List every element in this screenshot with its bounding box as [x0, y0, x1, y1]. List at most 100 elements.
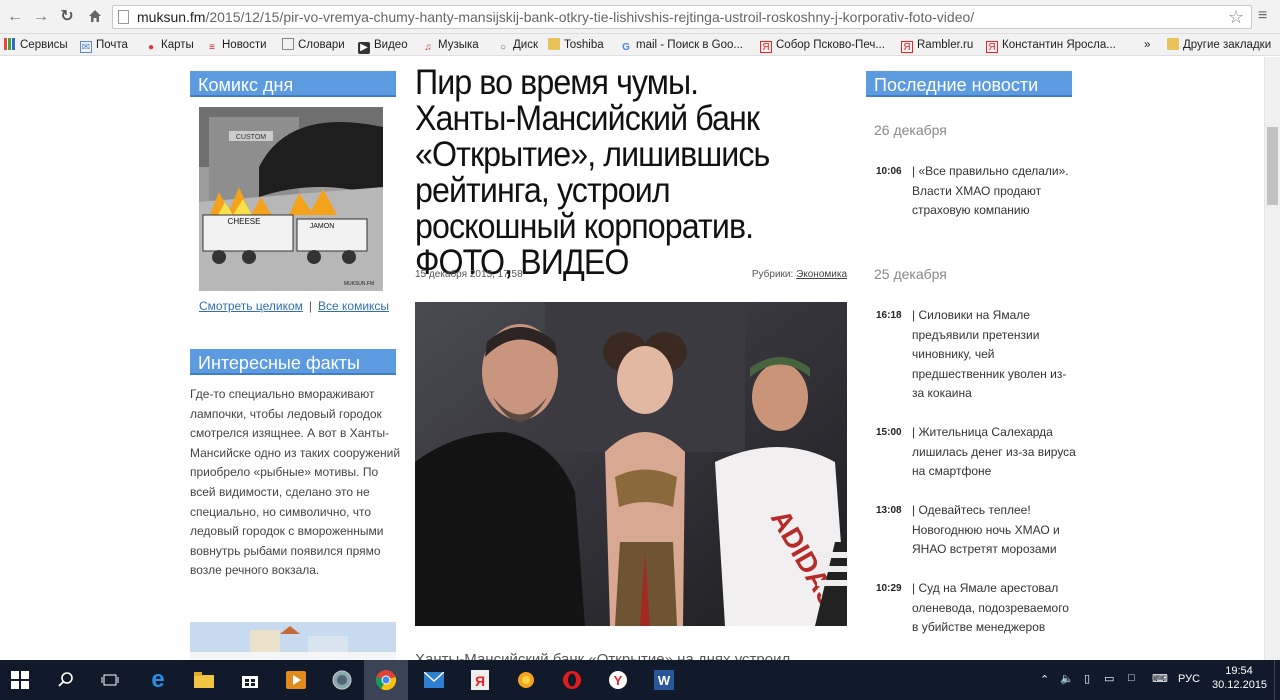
bookmark-dictionaries[interactable]: Словари — [282, 37, 345, 53]
news-item[interactable]: 13:08 | Одевайтесь теплее! Новогоднюю но… — [876, 501, 1076, 560]
bookmark-star-icon[interactable]: ☆ — [1228, 7, 1244, 28]
forward-arrow-icon[interactable]: → — [32, 8, 50, 26]
bookmark-news[interactable]: ≡ Новости — [206, 37, 266, 54]
news-time: 16:18 — [876, 310, 902, 321]
page-scrollbar[interactable] — [1264, 57, 1280, 660]
opera-icon[interactable] — [558, 666, 586, 694]
network-icon[interactable]: ▭ — [1104, 672, 1114, 685]
file-explorer-icon[interactable] — [190, 666, 218, 694]
tray-chevron-icon[interactable]: ⌃ — [1040, 673, 1049, 686]
article-photo[interactable]: ADIDAS — [415, 302, 847, 626]
bookmark-konstantin[interactable]: Я Константин Яросла... — [986, 37, 1116, 53]
page-icon — [118, 10, 129, 24]
app-circle-icon[interactable] — [328, 666, 356, 694]
dictionary-icon — [282, 38, 294, 50]
comic-links: Смотреть целиком | Все комиксы — [199, 299, 389, 313]
rubric-link[interactable]: Экономика — [796, 269, 847, 280]
bookmark-music[interactable]: ♫ Музыка — [422, 37, 478, 54]
bookmark-services[interactable]: Сервисы — [4, 37, 68, 53]
article-title: Пир во время чумы. Ханты-Мансийский банк… — [415, 63, 770, 282]
address-bar[interactable]: muksun.fm/2015/12/15/pir-vo-vremya-chumy… — [112, 5, 1252, 29]
reload-icon[interactable]: ↻ — [58, 8, 76, 26]
bookmarks-overflow[interactable]: » — [1144, 37, 1150, 53]
yandex-icon: Я — [986, 41, 998, 53]
clock[interactable]: 19:54 30.12.2015 — [1212, 660, 1268, 700]
menu-icon[interactable]: ≡ — [1258, 7, 1267, 25]
news-item[interactable]: 16:18 | Силовики на Ямале предъявили пре… — [876, 306, 1076, 404]
facts-text: Где-то специально вмораживают лампочки, … — [190, 387, 401, 578]
comic-custom-sign: CUSTOM — [236, 134, 266, 141]
task-view-icon[interactable] — [96, 666, 124, 694]
comic-all-link[interactable]: Все комиксы — [318, 299, 389, 313]
news-headline[interactable]: Суд на Ямале арестовал оленевода, подозр… — [912, 581, 1069, 634]
news-separator: | — [912, 503, 916, 517]
news-item[interactable]: 15:00 | Жительница Салехарда лишилась де… — [876, 423, 1076, 482]
notification-icon[interactable]: □ — [1128, 672, 1135, 684]
news-time: 13:08 — [876, 505, 902, 516]
article-date: 15 декабря 2015, 17:58 — [415, 269, 523, 280]
news-separator: | — [912, 581, 916, 595]
facts-thumbnail[interactable] — [190, 622, 396, 660]
news-headline[interactable]: Жительница Салехарда лишилась денег из-з… — [912, 425, 1076, 478]
news-date-heading: 25 декабря — [874, 266, 947, 282]
bookmark-sobor[interactable]: Я Собор Псково-Печ... — [760, 37, 885, 53]
google-icon: G — [622, 42, 630, 53]
music-note-icon: ♫ — [424, 42, 432, 53]
sun-app-icon[interactable] — [512, 666, 540, 694]
clock-date: 30.12.2015 — [1212, 679, 1268, 691]
chrome-icon[interactable] — [364, 660, 408, 700]
edge-icon[interactable]: e — [144, 666, 172, 694]
page-content: Комикс дня CUSTOM CHEESE JAMON MUKSUN.FM… — [0, 57, 1264, 660]
mail-app-icon[interactable] — [420, 666, 448, 694]
url-path: /2015/12/15/pir-vo-vremya-chumy-hanty-ma… — [205, 9, 975, 25]
bookmarks-bar: Сервисы ✉ Почта ● Карты ≡ Новости Словари ▶… — [0, 34, 1280, 56]
comic-cheese-label: CHEESE — [228, 217, 261, 226]
store-icon[interactable] — [236, 666, 264, 694]
bookmark-google-mail[interactable]: Gmail - Поиск в Goo... — [620, 37, 743, 54]
scrollbar-thumb[interactable] — [1267, 127, 1278, 205]
news-headline[interactable]: «Все правильно сделали». Власти ХМАО про… — [912, 164, 1069, 217]
keyboard-icon[interactable]: ⌨ — [1152, 672, 1168, 685]
media-player-icon[interactable] — [282, 666, 310, 694]
news-headline[interactable]: Силовики на Ямале предъявили претензии ч… — [912, 308, 1066, 400]
news-widget-title: Последние новости — [866, 71, 1072, 97]
browser-toolbar: ← → ↻ muksun.fm/2015/12/15/pir-vo-vremya… — [0, 0, 1280, 34]
comic-signature: MUKSUN.FM — [344, 281, 374, 287]
article-lead: Ханты-Мансийский банк «Открытие» на днях… — [415, 651, 791, 660]
windows-start-icon[interactable] — [6, 666, 34, 694]
system-tray: ⌃ 🔈 ▯ ▭ □ ⌨ — [1040, 660, 1180, 700]
yandex-browser-icon[interactable]: Y — [604, 666, 632, 694]
news-item[interactable]: 10:06 | «Все правильно сделали». Власти … — [876, 162, 1076, 221]
news-time: 15:00 — [876, 427, 902, 438]
news-item[interactable]: 10:29 | Суд на Ямале арестовал оленевода… — [876, 579, 1076, 638]
battery-icon[interactable]: ▯ — [1084, 672, 1090, 685]
svg-text:Y: Y — [614, 673, 623, 688]
bookmark-maps[interactable]: ● Карты — [145, 37, 194, 54]
yandex-icon: Я — [760, 41, 772, 53]
bookmark-rambler[interactable]: Я Rambler.ru — [901, 37, 973, 53]
comic-view-full-link[interactable]: Смотреть целиком — [199, 299, 303, 313]
word-icon[interactable]: W — [650, 666, 678, 694]
yandex-app-icon[interactable]: Я — [466, 666, 494, 694]
news-separator: | — [912, 164, 916, 178]
comic-image[interactable]: CUSTOM CHEESE JAMON MUKSUN.FM — [199, 107, 383, 291]
bookmark-video[interactable]: ▶ Видео — [358, 37, 408, 54]
home-icon[interactable] — [86, 8, 104, 26]
language-indicator[interactable]: РУС — [1178, 673, 1200, 685]
volume-icon[interactable]: 🔈 — [1060, 672, 1074, 685]
show-desktop-button[interactable] — [1274, 660, 1280, 700]
news-headline[interactable]: Одевайтесь теплее! Новогоднюю ночь ХМАО … — [912, 503, 1060, 556]
svg-text:W: W — [658, 673, 671, 688]
news-separator: | — [912, 308, 916, 322]
bookmark-mail[interactable]: ✉ Почта — [80, 37, 128, 53]
search-icon[interactable] — [52, 666, 80, 694]
back-arrow-icon[interactable]: ← — [6, 8, 24, 26]
bookmark-disk[interactable]: ○ Диск — [497, 37, 538, 54]
bookmark-toshiba[interactable]: Toshiba — [548, 37, 604, 53]
mail-icon: ✉ — [80, 41, 92, 53]
bookmark-other[interactable]: Другие закладки — [1167, 37, 1271, 53]
news-time: 10:29 — [876, 583, 902, 594]
news-separator: | — [912, 425, 916, 439]
map-pin-icon: ● — [147, 42, 155, 53]
comic-jamon-label: JAMON — [310, 223, 335, 230]
